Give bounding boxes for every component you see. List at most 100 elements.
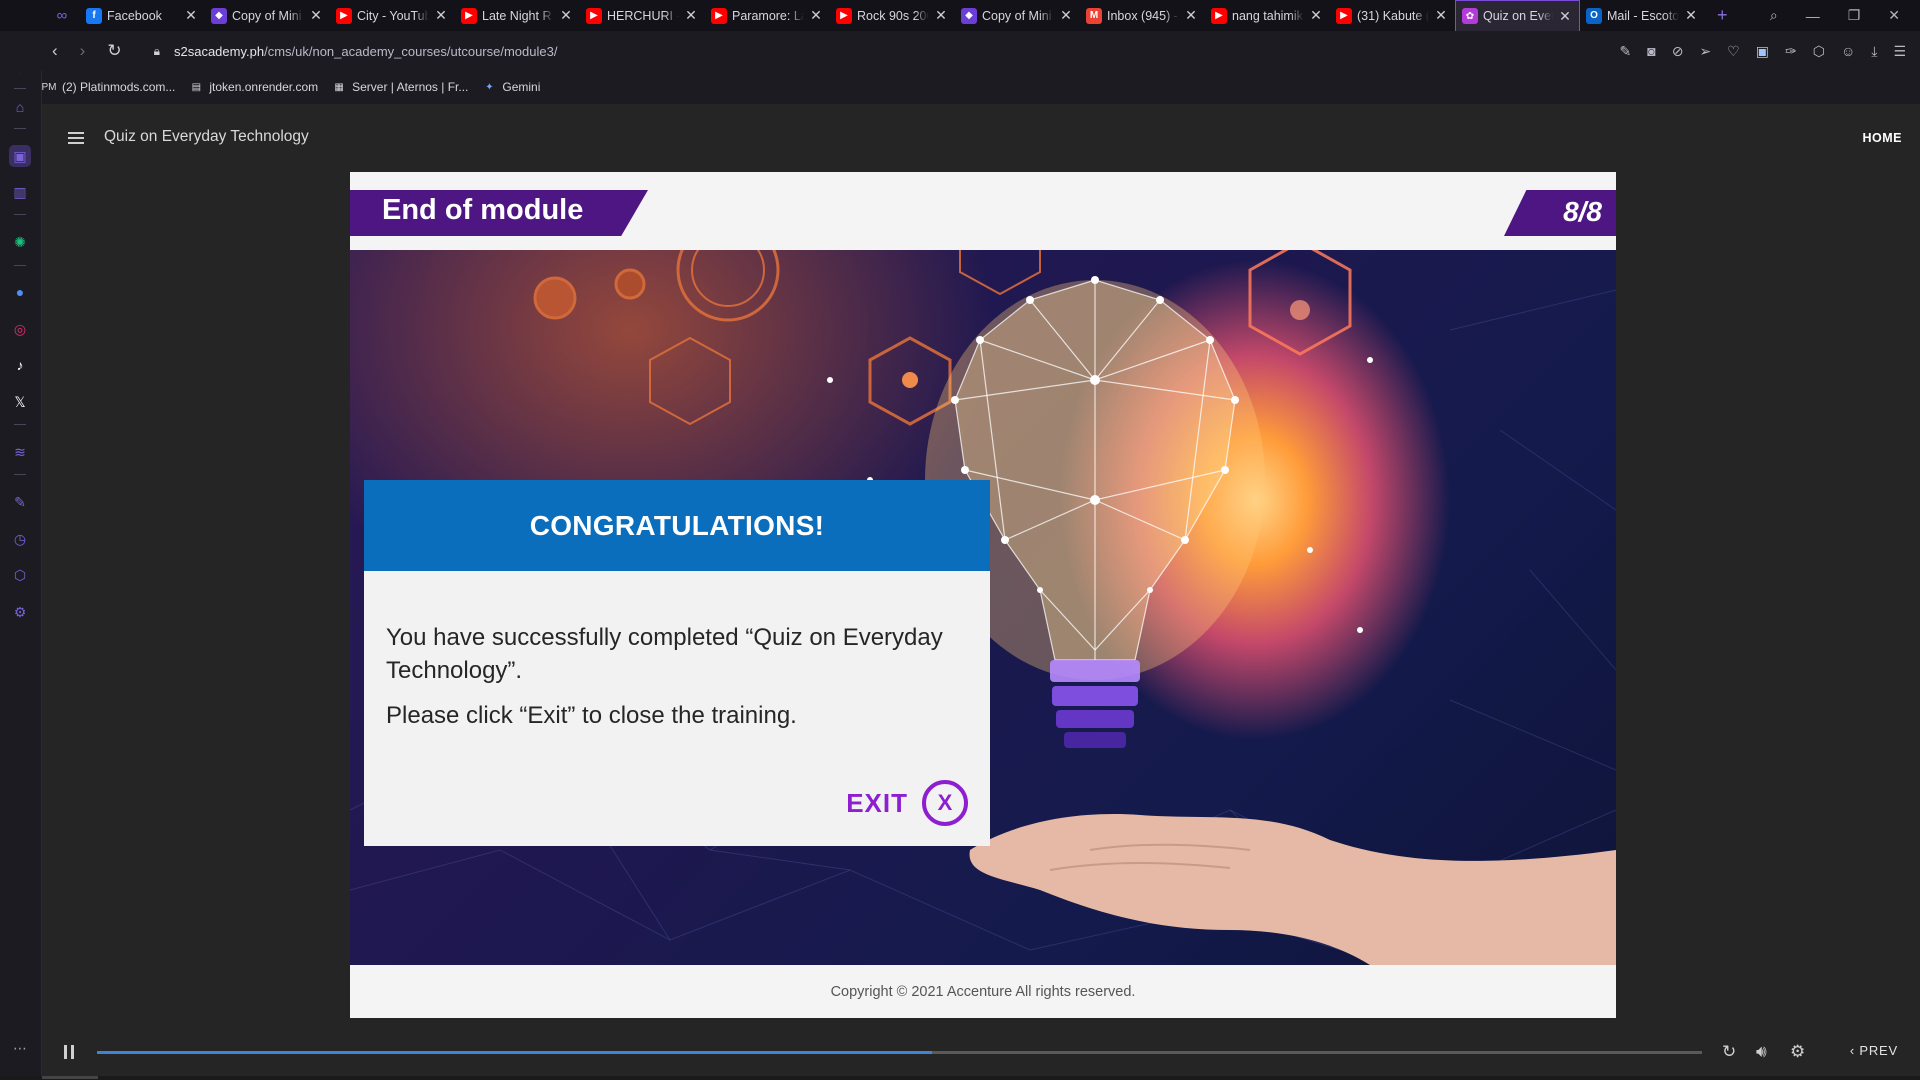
back-button[interactable]: ‹	[52, 41, 58, 61]
eyedropper-icon[interactable]: ✑	[1785, 43, 1797, 60]
tab-favicon-icon: ▶	[461, 7, 477, 24]
reload-button[interactable]: ↻	[107, 41, 121, 61]
extensions-icon[interactable]: ⬡	[1813, 43, 1825, 60]
url-host: s2sacademy.ph	[173, 43, 265, 59]
history-icon[interactable]: ◷	[9, 528, 31, 550]
tab-close-icon[interactable]: ✕	[1557, 8, 1573, 25]
tab-title: Paramore: La	[732, 8, 804, 23]
tab-close-icon[interactable]: ✕	[683, 7, 699, 24]
browser-window: ◯ ◔ ⌂ ▣ ▥ ✺ ● ◎ ♪ 𝕏 ≋ ✎ ◷ ⬡ ⚙ ⋯ ∞ f Faceb…	[0, 0, 1920, 1080]
reading-icon[interactable]: ▥	[9, 181, 31, 203]
tab-favicon-icon: ◆	[961, 7, 977, 24]
bookmark-item[interactable]: ✦ Gemini	[482, 80, 540, 94]
home-link[interactable]: HOME	[1863, 131, 1903, 145]
tab-favicon-icon: ◆	[211, 7, 227, 24]
tab-search-icon[interactable]: ⌕	[1770, 7, 1778, 24]
tab-title: Copy of Mini	[982, 8, 1052, 23]
browser-tab[interactable]: O Mail - Escoto ✕	[1580, 0, 1705, 31]
progress-bar[interactable]	[97, 1051, 1702, 1054]
congratulations-dialog: CONGRATULATIONS! You have successfully c…	[364, 480, 990, 846]
browser-tab[interactable]: ✿ Quiz on Every ✕	[1455, 0, 1580, 31]
tab-close-icon[interactable]: ✕	[1183, 7, 1199, 24]
tiktok-icon[interactable]: ♪	[9, 354, 31, 376]
tab-title: Quiz on Every	[1483, 9, 1553, 23]
tab-favicon-icon: ✿	[1462, 8, 1478, 24]
messenger-icon[interactable]: ●	[9, 281, 31, 303]
tab-close-icon[interactable]: ✕	[433, 7, 449, 24]
bookmark-item[interactable]: ▤ jtoken.onrender.com	[189, 80, 318, 94]
tab-close-icon[interactable]: ✕	[558, 7, 574, 24]
bookmarks-bar: PM (2) Platinmods.com... ▤ jtoken.onrender.…	[42, 71, 541, 103]
profile-icon[interactable]: ☺	[1841, 43, 1855, 59]
pause-button[interactable]	[64, 1045, 76, 1059]
volume-icon[interactable]: 🔊︎	[1756, 1042, 1767, 1062]
bookmark-heart-icon[interactable]: ♡	[1727, 43, 1740, 60]
spotify-icon[interactable]: ≋	[9, 441, 31, 463]
shopping-bag-icon[interactable]: ⌂	[9, 96, 31, 118]
copyright-footer: Copyright © 2021 Accenture All rights re…	[350, 965, 1616, 1018]
edit-page-icon[interactable]: ✎	[1620, 43, 1632, 60]
browser-tab[interactable]: ▶ (31) Kabute (✕	[1330, 0, 1455, 31]
tab-islands-icon[interactable]: ∞	[52, 6, 72, 26]
browser-tab[interactable]: ◆ Copy of Mini ✕	[205, 0, 330, 31]
edit-icon[interactable]: ✎	[9, 491, 31, 513]
tab-favicon-icon: ▶	[1336, 7, 1352, 24]
lightbulb-hand-illustration: CONGRATULATIONS! You have successfully c…	[350, 250, 1616, 965]
tab-close-icon[interactable]: ✕	[1058, 7, 1074, 24]
browser-tab[interactable]: ▶ HERCHURI - ✕	[580, 0, 705, 31]
replay-icon[interactable]: ↻	[1722, 1042, 1736, 1062]
minimize-button[interactable]: —	[1806, 8, 1820, 24]
window-close-button[interactable]: ✕	[1888, 7, 1900, 24]
bookmark-item[interactable]: ▦ Server | Aternos | Fr...	[332, 80, 468, 94]
easy-setup-icon[interactable]: ☰	[1893, 43, 1906, 60]
bookmark-label: Server | Aternos | Fr...	[352, 80, 469, 94]
browser-tab[interactable]: ◆ Copy of Mini ✕	[955, 0, 1080, 31]
url-field[interactable]: s2sacademy.ph/cms/uk/non_academy_courses…	[174, 44, 557, 59]
tab-close-icon[interactable]: ✕	[308, 7, 324, 24]
browser-tab[interactable]: ▶ Rock 90s 200 ✕	[830, 0, 955, 31]
extensions-cube-icon[interactable]: ⬡	[9, 564, 31, 586]
exit-x-icon: X	[922, 780, 968, 826]
exit-button[interactable]: EXIT X	[846, 780, 968, 826]
forward-button[interactable]: ›	[80, 41, 86, 61]
more-options-icon[interactable]: ⋯	[9, 1037, 31, 1059]
browser-tab[interactable]: ▶ City - YouTub ✕	[330, 0, 455, 31]
tab-close-icon[interactable]: ✕	[933, 7, 949, 24]
instagram-icon[interactable]: ◎	[9, 318, 31, 340]
restore-button[interactable]: ❐	[1848, 7, 1861, 24]
settings-gear-icon[interactable]: ⚙	[9, 601, 31, 623]
browser-sidebar: ◯ ◔ ⌂ ▣ ▥ ✺ ● ◎ ♪ 𝕏 ≋ ✎ ◷ ⬡ ⚙ ⋯	[0, 0, 42, 1080]
tab-close-icon[interactable]: ✕	[183, 7, 199, 24]
tab-close-icon[interactable]: ✕	[1433, 7, 1449, 24]
tab-favicon-icon: M	[1086, 7, 1102, 24]
exit-label: EXIT	[846, 787, 908, 818]
send-icon[interactable]: ➢	[1699, 43, 1711, 60]
settings-icon[interactable]: ⚙	[1790, 1042, 1805, 1062]
tab-favicon-icon: ▶	[711, 7, 727, 24]
gaming-icon[interactable]: ▣	[9, 145, 31, 167]
new-tab-button[interactable]: +	[1717, 5, 1728, 26]
tab-close-icon[interactable]: ✕	[1683, 7, 1699, 24]
snapshot-icon[interactable]: ◙	[1647, 43, 1655, 59]
download-icon[interactable]: ⤓	[1871, 43, 1877, 60]
tab-favicon-icon: ▶	[836, 7, 852, 24]
browser-tab[interactable]: M Inbox (945) - ✕	[1080, 0, 1205, 31]
menu-icon[interactable]	[68, 132, 84, 144]
camera-icon[interactable]: ▣	[1756, 43, 1769, 60]
tab-close-icon[interactable]: ✕	[1308, 7, 1324, 24]
tab-title: Rock 90s 200	[857, 8, 929, 23]
tab-close-icon[interactable]: ✕	[808, 7, 824, 24]
browser-tab[interactable]: ▶ Paramore: La ✕	[705, 0, 830, 31]
browser-tab[interactable]: f Facebook ✕	[80, 0, 205, 31]
browser-tab[interactable]: ▶ nang tahimik ✕	[1205, 0, 1330, 31]
bookmark-item[interactable]: PM (2) Platinmods.com...	[42, 80, 176, 94]
prev-button[interactable]: ‹ PREV	[1850, 1043, 1898, 1058]
bookmark-favicon-icon: ▤	[191, 81, 202, 93]
chatgpt-icon[interactable]: ✺	[9, 231, 31, 253]
x-twitter-icon[interactable]: 𝕏	[9, 391, 31, 413]
browser-tab[interactable]: ▶ Late Night R ✕	[455, 0, 580, 31]
tracker-blocker-icon[interactable]: ⊘	[1672, 43, 1684, 60]
lock-icon[interactable]: 🔒︎	[154, 44, 160, 59]
tab-favicon-icon: ▶	[1211, 7, 1227, 24]
tab-favicon-icon: ▶	[586, 7, 602, 24]
